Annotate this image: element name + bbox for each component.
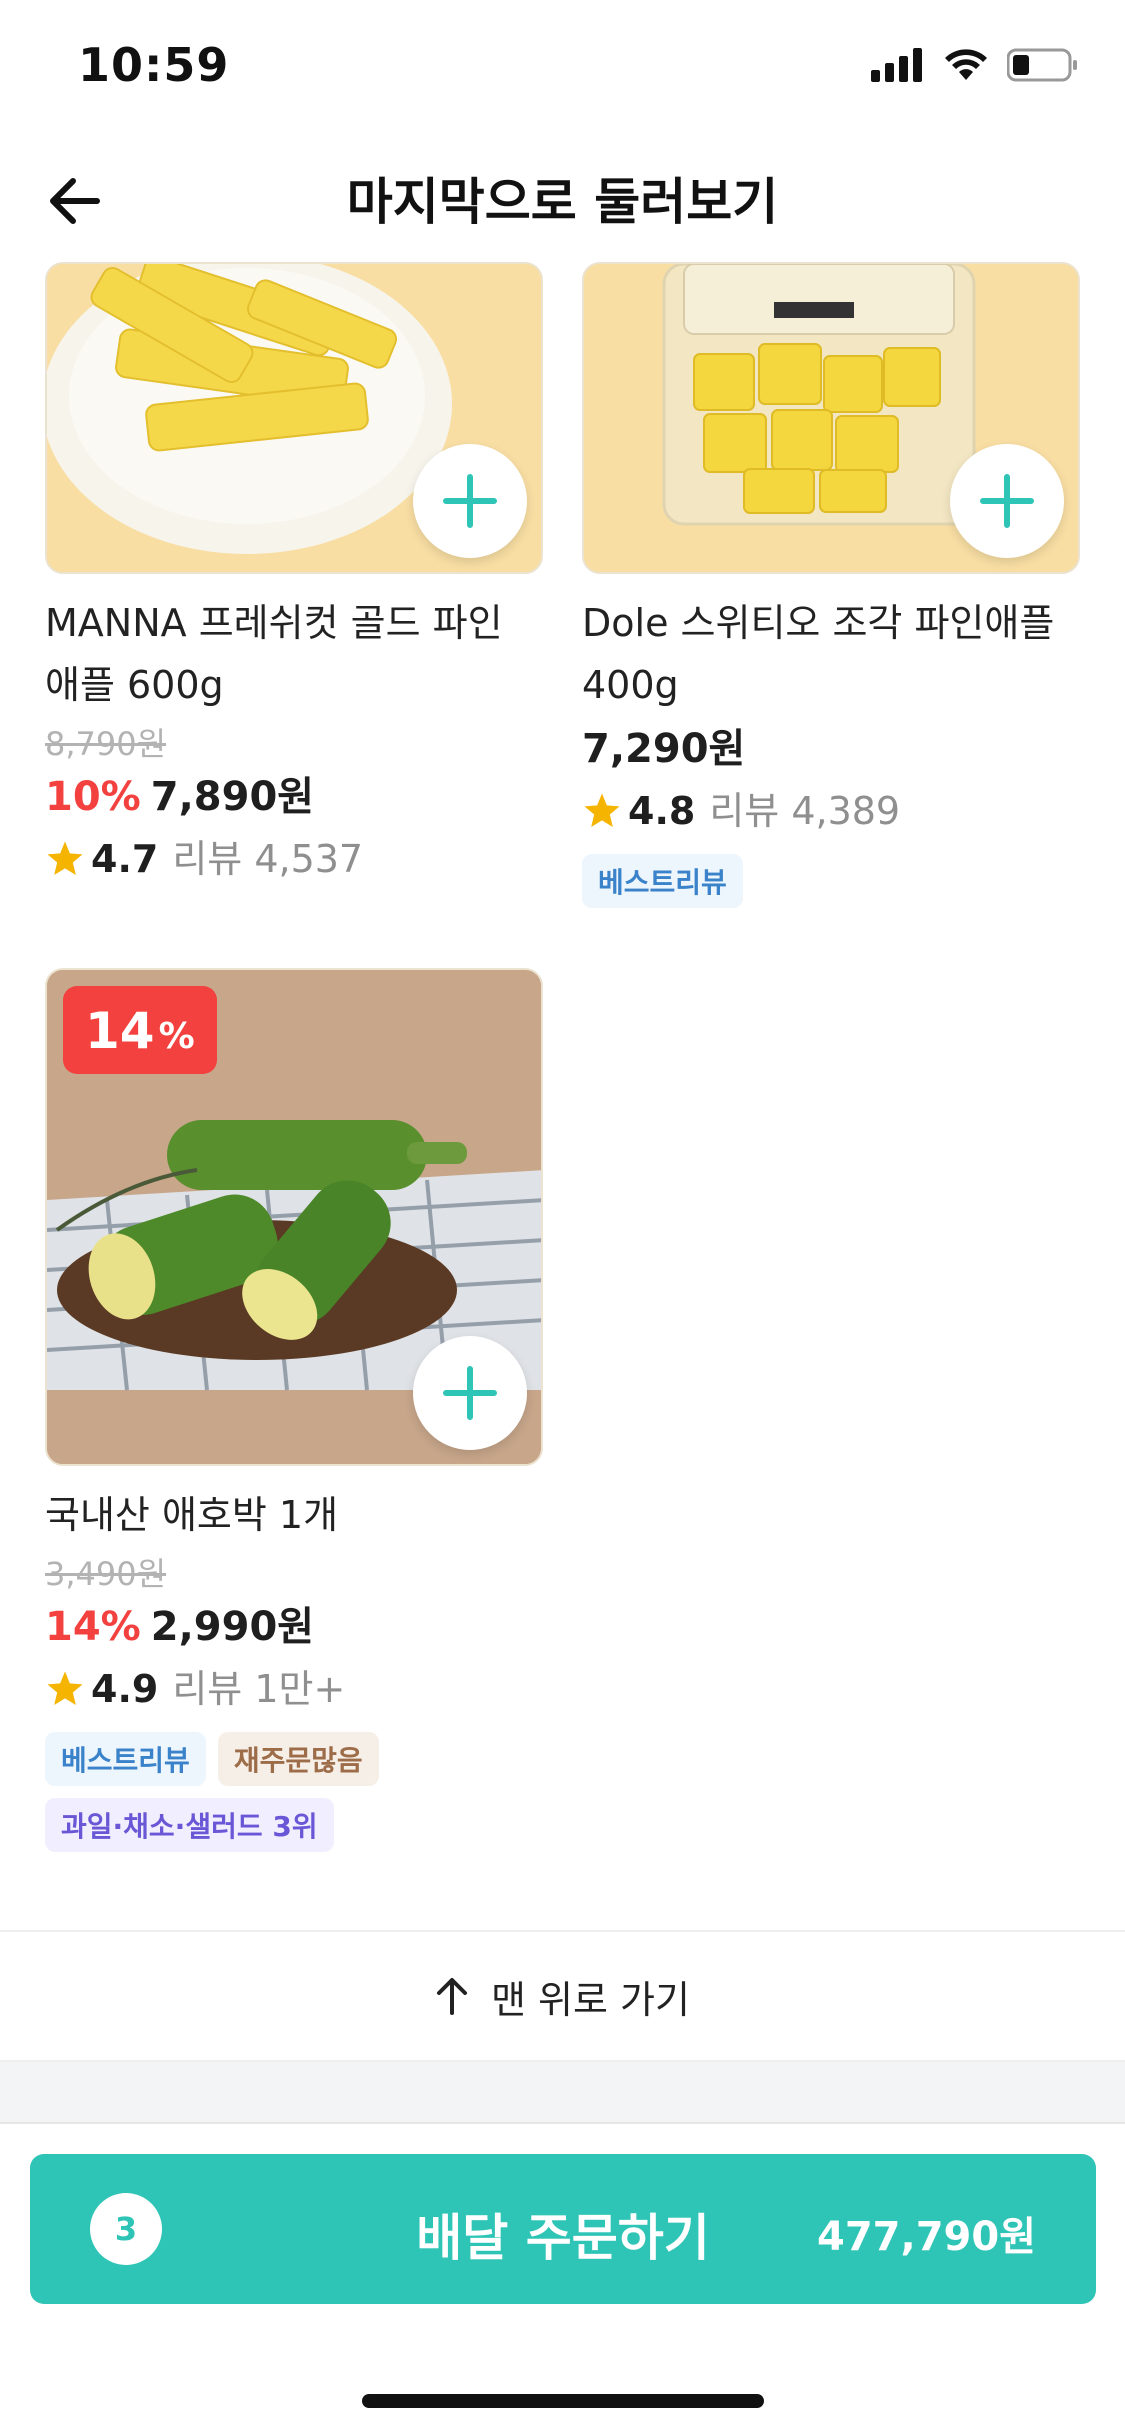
- price-row: 14% 2,990원: [45, 1596, 545, 1658]
- review-count: 리뷰 4,537: [172, 837, 364, 881]
- tag-list: 베스트리뷰 재주문많음 과일·채소·샐러드 3위: [45, 1732, 565, 1852]
- product-name[interactable]: MANNA 프레쉬컷 골드 파인 애플 600g: [45, 592, 545, 716]
- rating-score: 4.7: [91, 837, 159, 881]
- status-bar: 10:59: [0, 0, 1125, 140]
- sale-price: 7,890원: [150, 774, 315, 820]
- sale-price: 2,990원: [150, 1604, 315, 1650]
- review-count: 리뷰 1만+: [172, 1667, 346, 1711]
- scroll-to-top-label: 맨 위로 가기: [491, 1977, 690, 2022]
- add-to-cart-button[interactable]: [413, 444, 527, 558]
- status-time: 10:59: [78, 38, 230, 92]
- discount-rate: 10%: [45, 774, 141, 820]
- battery-icon: [1007, 48, 1077, 82]
- product-card[interactable]: MANNA 프레쉬컷 골드 파인 애플 600g 8,790원 10% 7,890…: [45, 262, 545, 890]
- product-image[interactable]: 14%: [45, 968, 543, 1466]
- tag-best-review: 베스트리뷰: [582, 854, 743, 908]
- rating-row: 4.9 리뷰 1만+: [45, 1658, 545, 1720]
- plus-icon: [443, 1366, 497, 1420]
- product-image[interactable]: [582, 262, 1080, 574]
- rating-score: 4.9: [91, 1667, 159, 1711]
- tag-reorder: 재주문많음: [217, 1732, 379, 1786]
- tag-ranking: 과일·채소·샐러드 3위: [45, 1798, 334, 1852]
- original-price: 8,790원: [45, 725, 167, 763]
- price-row: 7,290원: [582, 718, 1082, 780]
- status-icons: [871, 48, 1079, 82]
- review-count: 리뷰 4,389: [709, 789, 901, 833]
- arrow-up-icon: [437, 1978, 468, 2015]
- scroll-to-top-button[interactable]: 맨 위로 가기: [0, 1930, 1125, 2062]
- plus-icon: [980, 474, 1034, 528]
- tag-list: 베스트리뷰: [582, 854, 1102, 908]
- sale-price: 7,290원: [582, 726, 746, 772]
- page-title: 마지막으로 둘러보기: [346, 173, 779, 231]
- star-icon: [584, 793, 620, 827]
- product-card[interactable]: 14% 국내산 애호박 1개 3,490원 14% 2,990원 4.9 리뷰 1…: [45, 968, 545, 1852]
- product-name[interactable]: Dole 스위티오 조각 파인애플 400g: [582, 592, 1082, 716]
- plus-icon: [443, 474, 497, 528]
- rating-row: 4.8 리뷰 4,389: [582, 780, 1082, 842]
- price-row: 10% 7,890원: [45, 766, 545, 828]
- product-card[interactable]: Dole 스위티오 조각 파인애플 400g 7,290원 4.8 리뷰 4,3…: [582, 262, 1082, 908]
- star-icon: [47, 1671, 83, 1705]
- section-divider: [0, 2062, 1125, 2124]
- star-icon: [47, 841, 83, 875]
- header: 마지막으로 둘러보기: [0, 140, 1125, 260]
- discount-rate: 14%: [45, 1604, 141, 1650]
- rating-score: 4.8: [628, 789, 696, 833]
- original-price: 3,490원: [45, 1555, 167, 1593]
- rating-row: 4.7 리뷰 4,537: [45, 828, 545, 890]
- order-total: 477,790원: [817, 2214, 1036, 2260]
- product-name[interactable]: 국내산 애호박 1개: [45, 1484, 545, 1546]
- tag-best-review: 베스트리뷰: [45, 1732, 206, 1786]
- home-indicator: [362, 2394, 764, 2408]
- add-to-cart-button[interactable]: [413, 1336, 527, 1450]
- wifi-icon: [945, 49, 987, 80]
- add-to-cart-button[interactable]: [950, 444, 1064, 558]
- delivery-order-button[interactable]: 3 배달 주문하기 477,790원: [30, 2154, 1096, 2304]
- product-image[interactable]: [45, 262, 543, 574]
- discount-badge: 14%: [63, 986, 217, 1074]
- cellular-signal-icon: [871, 48, 922, 82]
